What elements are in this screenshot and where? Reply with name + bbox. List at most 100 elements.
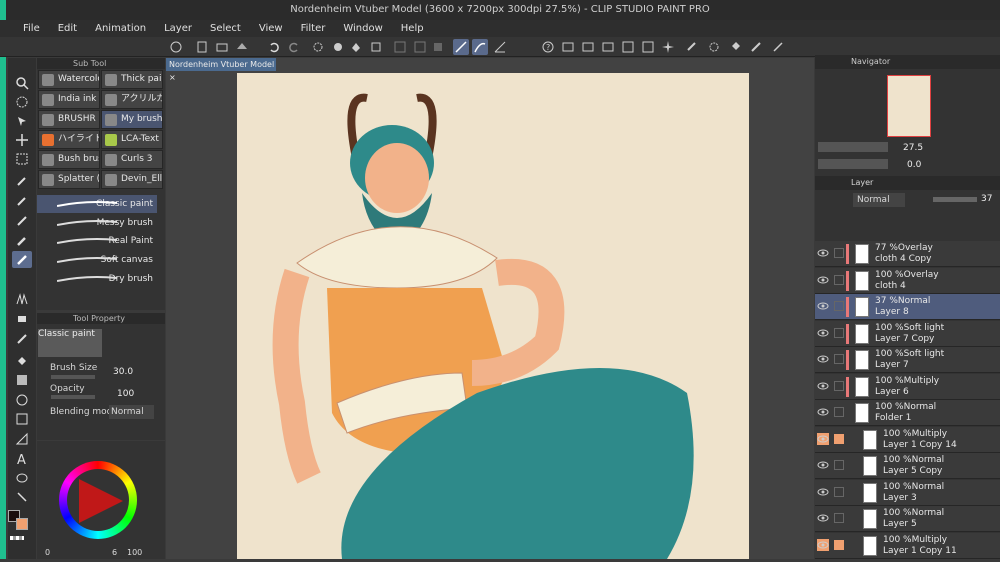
home-icon[interactable]: [168, 39, 184, 55]
shape-icon[interactable]: [748, 39, 764, 55]
lock-checkbox[interactable]: [834, 274, 844, 285]
redo-icon[interactable]: [286, 39, 302, 55]
subtool-india-ink[interactable]: India ink: [38, 90, 100, 109]
invert-selection-icon[interactable]: [412, 39, 428, 55]
layer-row[interactable]: 100 %Normal Layer 3: [815, 479, 1000, 506]
lock-checkbox[interactable]: [834, 539, 844, 550]
clear-outside-icon[interactable]: [330, 39, 346, 55]
deselect-icon[interactable]: [392, 39, 408, 55]
layer-row[interactable]: 77 %Overlay cloth 4 Copy: [815, 241, 1000, 267]
brush-item-dry-brush[interactable]: Dry brush: [37, 270, 157, 288]
brush-item-messy[interactable]: Messy brush: [37, 214, 157, 232]
menu-file[interactable]: File: [14, 20, 49, 37]
document-tab[interactable]: Nordenheim Vtuber Model ×: [166, 58, 276, 82]
correct-line-icon[interactable]: [12, 488, 32, 505]
layer-opacity-slider[interactable]: [933, 197, 977, 202]
marker-icon[interactable]: [12, 232, 32, 249]
snap-ruler-icon[interactable]: [453, 39, 469, 55]
zoom-tool-icon[interactable]: [12, 74, 32, 91]
layer-row[interactable]: 100 %Normal Layer 5: [815, 506, 1000, 532]
sub-color-swatch[interactable]: [16, 518, 28, 530]
brush-item-classic-paint[interactable]: Classic paint: [37, 195, 157, 213]
subtool-splatter[interactable]: Splatter (F: [38, 170, 100, 189]
subtool-devin[interactable]: Devin_Elli: [101, 170, 163, 189]
opacity-value[interactable]: 100: [117, 389, 134, 399]
color-wheel-icon[interactable]: [600, 39, 616, 55]
subtool-my-brushes[interactable]: My brushe: [101, 110, 163, 129]
blend-mode-select[interactable]: Normal: [109, 405, 154, 419]
brush-item-soft-canvas[interactable]: Soft canvas: [37, 251, 157, 269]
pen-icon[interactable]: [770, 39, 786, 55]
sparkle-icon[interactable]: [660, 39, 676, 55]
pen-tool-icon[interactable]: [12, 172, 32, 189]
menu-layer[interactable]: Layer: [155, 20, 201, 37]
layer-row[interactable]: 100 %Multiply Layer 1 Copy 11: [815, 532, 1000, 559]
clear-icon[interactable]: [310, 39, 326, 55]
zoom-slider[interactable]: [818, 142, 888, 152]
eye-icon[interactable]: [817, 512, 829, 524]
navigator-preview[interactable]: [887, 75, 931, 137]
layer-row[interactable]: 37 %Normal Layer 8: [815, 294, 1000, 320]
layer-row[interactable]: 100 %Soft light Layer 7: [815, 347, 1000, 373]
subtool-thick-paint[interactable]: Thick pain: [101, 70, 163, 89]
gradient-icon[interactable]: [12, 371, 32, 388]
layer-row[interactable]: 100 %Multiply Layer 6: [815, 373, 1000, 400]
bucket-icon[interactable]: [728, 39, 744, 55]
lock-checkbox[interactable]: [834, 380, 844, 391]
ruler-icon[interactable]: [12, 430, 32, 447]
rotation-slider[interactable]: [818, 159, 888, 169]
transform-icon[interactable]: [368, 39, 384, 55]
open-file-icon[interactable]: [214, 39, 230, 55]
subtool-highlight[interactable]: ハイライト: [38, 130, 100, 149]
lock-checkbox[interactable]: [834, 433, 844, 444]
transparent-swatch[interactable]: [10, 536, 24, 540]
eye-icon[interactable]: [817, 538, 829, 551]
eye-icon[interactable]: [817, 459, 829, 471]
material-icon[interactable]: [580, 39, 596, 55]
settings-icon[interactable]: [706, 39, 722, 55]
lock-checkbox[interactable]: [834, 513, 844, 523]
figure-icon[interactable]: [12, 391, 32, 408]
layer-opacity-value[interactable]: 37: [981, 194, 992, 204]
balloon-icon[interactable]: [12, 470, 32, 487]
new-file-icon[interactable]: [194, 39, 210, 55]
layer-row[interactable]: 100 %Soft light Layer 7 Copy: [815, 320, 1000, 347]
eraser-tool-icon[interactable]: [684, 39, 700, 55]
brush-size-slider[interactable]: [51, 375, 95, 379]
decoration-icon[interactable]: [12, 290, 32, 307]
menu-view[interactable]: View: [250, 20, 292, 37]
subtool-acrylic[interactable]: アクリルガッ: [101, 90, 163, 109]
lock-checkbox[interactable]: [834, 301, 844, 311]
eye-icon[interactable]: [817, 353, 829, 365]
canvas-paper[interactable]: [237, 73, 749, 559]
crop-icon[interactable]: [430, 39, 446, 55]
eye-icon[interactable]: [817, 274, 829, 286]
lock-checkbox[interactable]: [834, 460, 844, 470]
subtool-bush-brush[interactable]: Bush brus: [38, 150, 100, 169]
image-icon[interactable]: [560, 39, 576, 55]
saturation-triangle[interactable]: [75, 477, 125, 525]
menu-edit[interactable]: Edit: [49, 20, 86, 37]
menu-animation[interactable]: Animation: [86, 20, 155, 37]
text-tool-icon[interactable]: A: [12, 450, 32, 467]
brush-size-value[interactable]: 30.0: [113, 367, 133, 377]
lock-checkbox[interactable]: [834, 248, 844, 258]
select-tool-icon[interactable]: [12, 93, 32, 110]
auto-select-icon[interactable]: [12, 112, 32, 129]
eye-icon[interactable]: [817, 432, 829, 445]
save-icon[interactable]: [234, 39, 250, 55]
snap-special-ruler-icon[interactable]: [472, 39, 488, 55]
eye-icon[interactable]: [817, 300, 829, 312]
blend-tool-icon[interactable]: [12, 330, 32, 347]
brush-item-real-paint[interactable]: Real Paint: [37, 232, 157, 250]
eyedropper-icon[interactable]: [12, 192, 32, 209]
menu-select[interactable]: Select: [201, 20, 250, 37]
lock-checkbox[interactable]: [834, 486, 844, 497]
opacity-slider[interactable]: [51, 395, 95, 399]
subtool-curls[interactable]: Curls 3: [101, 150, 163, 169]
pencil-icon[interactable]: [12, 212, 32, 229]
layer-row[interactable]: 100 %Overlay cloth 4: [815, 267, 1000, 294]
eraser-icon[interactable]: [12, 310, 32, 327]
subtool-watercolor[interactable]: Watercolo: [38, 70, 100, 89]
layer-icon[interactable]: [640, 39, 656, 55]
